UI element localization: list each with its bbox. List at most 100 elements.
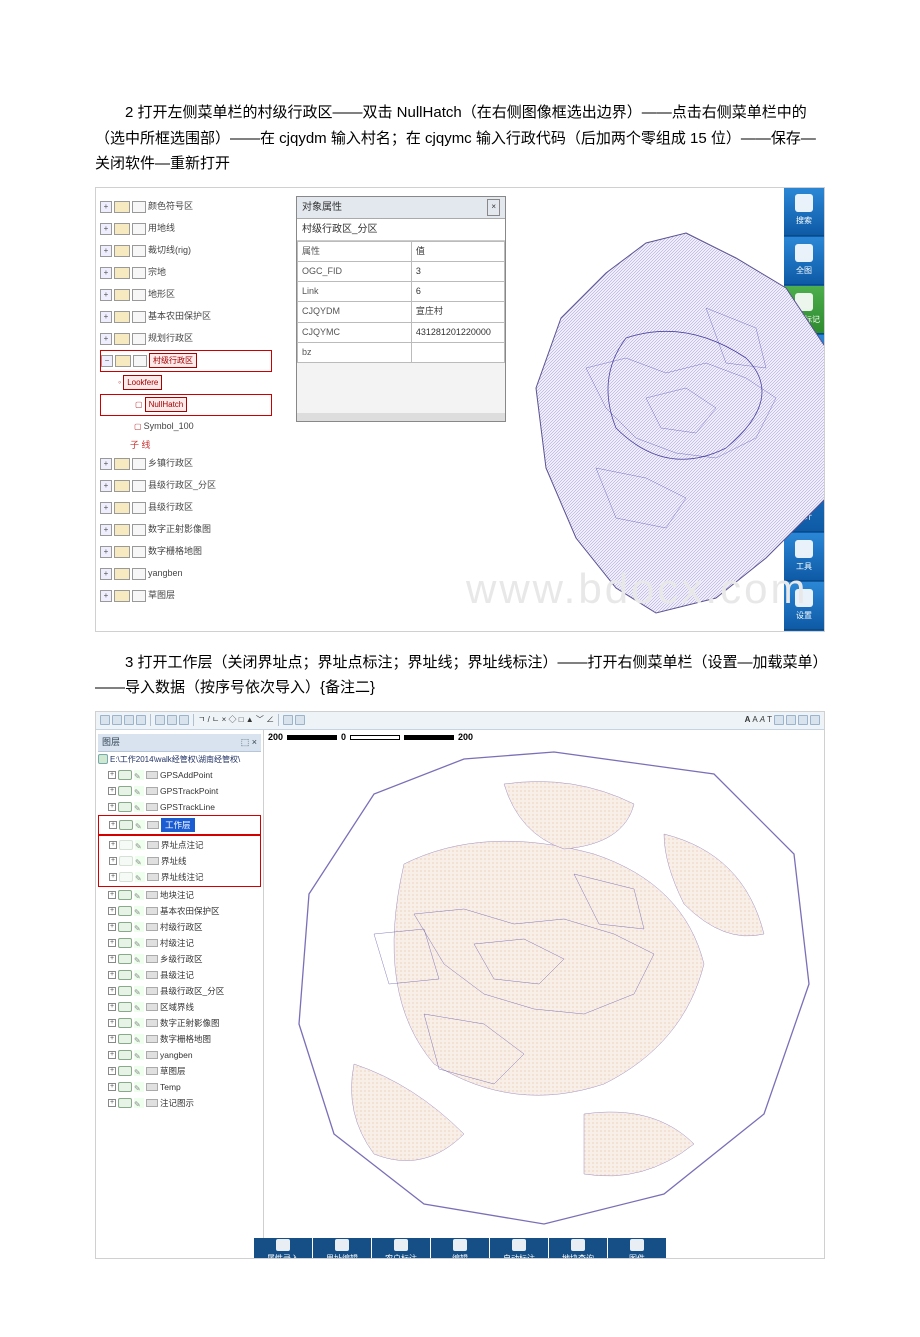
tree-node[interactable]: +县级行政区_分区 (100, 475, 272, 497)
edit-icon[interactable]: ✎ (134, 890, 144, 900)
tree-node[interactable]: +yangben (100, 563, 272, 585)
layer-row[interactable]: +✎村级注记 (98, 935, 261, 951)
style-swatch[interactable] (147, 857, 159, 865)
expand-icon[interactable]: + (100, 546, 112, 558)
tree-node[interactable]: +宗地 (100, 262, 272, 284)
expand-icon[interactable]: + (108, 939, 116, 947)
tool-icon[interactable] (167, 715, 177, 725)
tree-node[interactable]: +用地线 (100, 218, 272, 240)
edit-icon[interactable]: ✎ (134, 970, 144, 980)
edit-icon[interactable]: ✎ (134, 1098, 144, 1108)
visibility-icon[interactable] (118, 1018, 132, 1028)
attribute-scrollbar[interactable] (297, 413, 505, 421)
style-swatch[interactable] (146, 1051, 158, 1059)
bottom-tool-button[interactable]: 界址编辑 (313, 1238, 371, 1259)
bottom-tool-button[interactable]: 图件 (608, 1238, 666, 1259)
attr-val[interactable]: 6 (411, 282, 504, 302)
expand-icon[interactable]: + (100, 245, 112, 257)
attr-val[interactable] (411, 342, 504, 362)
bottom-tool-button[interactable]: 地块查询 (549, 1238, 607, 1259)
expand-icon[interactable]: + (108, 907, 116, 915)
style-swatch[interactable] (146, 891, 158, 899)
expand-icon[interactable]: + (109, 841, 117, 849)
expand-icon[interactable]: + (100, 289, 112, 301)
style-swatch[interactable] (146, 771, 158, 779)
expand-icon[interactable]: + (100, 333, 112, 345)
edit-icon[interactable]: ✎ (134, 1018, 144, 1028)
tool-icon[interactable] (136, 715, 146, 725)
tool-icon[interactable] (112, 715, 122, 725)
visibility-icon[interactable] (118, 1082, 132, 1092)
map-region-shape[interactable] (506, 218, 825, 618)
layer-row[interactable]: +✎界址点注记 (99, 837, 260, 853)
tree-node[interactable]: ▢NullHatch (100, 394, 272, 416)
tool-icon[interactable] (124, 715, 134, 725)
visibility-icon[interactable] (118, 1066, 132, 1076)
close-icon[interactable]: × (487, 199, 500, 216)
tool-text-A[interactable]: A (745, 713, 751, 727)
edit-icon[interactable]: ✎ (134, 922, 144, 932)
visibility-icon[interactable] (118, 986, 132, 996)
expand-icon[interactable]: + (108, 1099, 116, 1107)
tree-node[interactable]: +县级行政区 (100, 497, 272, 519)
layer-row[interactable]: +✎基本农田保护区 (98, 903, 261, 919)
style-swatch[interactable] (146, 1019, 158, 1027)
visibility-icon[interactable] (118, 1098, 132, 1108)
layer-row[interactable]: +✎界址线注记 (99, 869, 260, 885)
visibility-icon[interactable] (119, 840, 133, 850)
expand-icon[interactable]: + (109, 857, 117, 865)
bottom-tool-button[interactable]: 自动标注 (490, 1238, 548, 1259)
tree-node[interactable]: ▢Symbol_100 (100, 416, 272, 438)
style-swatch[interactable] (146, 939, 158, 947)
layer-row[interactable]: +✎GPSTrackLine (98, 799, 261, 815)
layer-row[interactable]: +✎县级行政区_分区 (98, 983, 261, 999)
visibility-icon[interactable] (118, 802, 132, 812)
tool-icon[interactable] (179, 715, 189, 725)
visibility-icon[interactable] (119, 872, 133, 882)
layer-row[interactable]: +✎数字栅格地图 (98, 1031, 261, 1047)
expand-icon[interactable]: − (101, 355, 113, 367)
attr-val[interactable]: 宣庄村 (411, 302, 504, 322)
expand-icon[interactable]: + (109, 821, 117, 829)
edit-icon[interactable]: ✎ (134, 1082, 144, 1092)
expand-icon[interactable]: + (100, 502, 112, 514)
project-path-line[interactable]: E:\工作2014\walk经管权\湖南经管权\ (98, 752, 261, 767)
tree-node[interactable]: +裁切线(rig) (100, 240, 272, 262)
edit-icon[interactable]: ✎ (135, 840, 145, 850)
visibility-icon[interactable] (118, 770, 132, 780)
expand-icon[interactable]: + (100, 590, 112, 602)
tree-node[interactable]: +数字正射影像图 (100, 519, 272, 541)
visibility-icon[interactable] (118, 938, 132, 948)
edit-icon[interactable]: ✎ (134, 1002, 144, 1012)
expand-icon[interactable]: + (108, 1051, 116, 1059)
layer-row[interactable]: +✎数字正射影像图 (98, 1015, 261, 1031)
style-swatch[interactable] (146, 803, 158, 811)
style-swatch[interactable] (146, 1035, 158, 1043)
expand-icon[interactable]: + (100, 480, 112, 492)
style-swatch[interactable] (146, 923, 158, 931)
expand-icon[interactable]: + (108, 1003, 116, 1011)
style-swatch[interactable] (146, 955, 158, 963)
expand-icon[interactable]: + (108, 787, 116, 795)
tool-icon[interactable] (810, 715, 820, 725)
tool-icon[interactable] (786, 715, 796, 725)
edit-icon[interactable]: ✎ (134, 954, 144, 964)
tree-node[interactable]: +基本农田保护区 (100, 306, 272, 328)
tool-icon[interactable] (798, 715, 808, 725)
expand-icon[interactable]: + (100, 267, 112, 279)
style-swatch[interactable] (146, 971, 158, 979)
tree-node[interactable]: +数字栅格地图 (100, 541, 272, 563)
edit-icon[interactable]: ✎ (135, 872, 145, 882)
bottom-tool-button[interactable]: 属性录入 (254, 1238, 312, 1259)
tool-text-T[interactable]: T (767, 713, 772, 727)
tool-icon[interactable] (283, 715, 293, 725)
expand-icon[interactable]: + (100, 311, 112, 323)
expand-icon[interactable]: + (100, 524, 112, 536)
style-swatch[interactable] (146, 787, 158, 795)
tree-node[interactable]: −村级行政区 (100, 350, 272, 372)
edit-icon[interactable]: ✎ (134, 802, 144, 812)
tree-node[interactable]: ◦Lookfere (100, 372, 272, 394)
bottom-tool-button[interactable]: 编辑 (431, 1238, 489, 1259)
expand-icon[interactable]: + (108, 1083, 116, 1091)
visibility-icon[interactable] (118, 922, 132, 932)
